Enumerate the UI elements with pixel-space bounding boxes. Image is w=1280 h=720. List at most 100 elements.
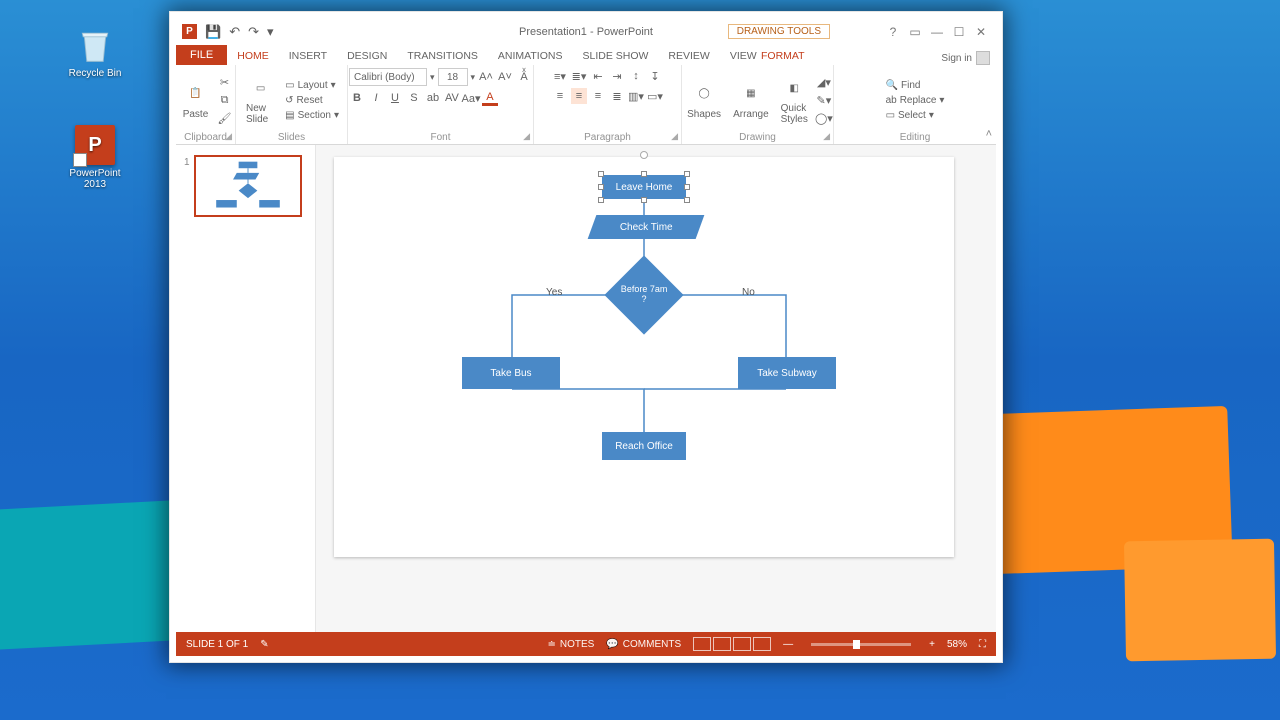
ribbon-display-icon[interactable]: ▭: [906, 23, 924, 41]
tab-insert[interactable]: INSERT: [279, 47, 337, 65]
shrink-font-icon[interactable]: A˅: [497, 69, 513, 85]
slide-thumbnail[interactable]: 1: [184, 155, 307, 217]
rotate-handle-icon[interactable]: [640, 151, 648, 159]
redo-icon[interactable]: ↷: [248, 24, 259, 40]
reading-view-button[interactable]: [733, 637, 751, 651]
format-painter-icon[interactable]: 🖌: [217, 110, 233, 126]
zoom-level[interactable]: 58%: [947, 639, 967, 650]
decrease-indent-button[interactable]: ⇤: [590, 68, 606, 84]
align-left-button[interactable]: ≡: [552, 88, 568, 104]
maximize-icon[interactable]: ☐: [950, 23, 968, 41]
clear-formatting-icon[interactable]: Aͯ: [516, 69, 532, 85]
paste-button[interactable]: 📋 Paste: [179, 79, 213, 122]
slideshow-view-button[interactable]: [753, 637, 771, 651]
zoom-slider[interactable]: [811, 643, 911, 646]
columns-button[interactable]: ▥▾: [628, 88, 644, 104]
font-size-combo[interactable]: 18: [438, 68, 468, 86]
tab-slideshow[interactable]: SLIDE SHOW: [572, 47, 658, 65]
align-text-button[interactable]: ▭▾: [647, 88, 663, 104]
shape-take-bus[interactable]: Take Bus: [462, 357, 560, 389]
increase-indent-button[interactable]: ⇥: [609, 68, 625, 84]
tab-file[interactable]: FILE: [176, 45, 227, 65]
start-from-beginning-icon[interactable]: ▾: [267, 24, 274, 40]
resize-handle[interactable]: [598, 184, 604, 190]
app-icon[interactable]: P: [182, 24, 197, 39]
shape-effects-button[interactable]: ◯▾: [816, 110, 832, 126]
shape-leave-home[interactable]: Leave Home: [602, 175, 686, 199]
reset-button[interactable]: ↺ Reset: [283, 94, 341, 107]
zoom-out-button[interactable]: —: [783, 639, 793, 650]
font-color-button[interactable]: A: [482, 90, 498, 106]
resize-handle[interactable]: [641, 171, 647, 177]
resize-handle[interactable]: [684, 171, 690, 177]
section-button[interactable]: ▤ Section ▾: [283, 109, 341, 122]
recycle-bin-icon[interactable]: Recycle Bin: [65, 25, 125, 79]
shape-take-subway[interactable]: Take Subway: [738, 357, 836, 389]
cut-icon[interactable]: ✂: [217, 74, 233, 90]
zoom-in-button[interactable]: +: [929, 639, 935, 650]
tab-design[interactable]: DESIGN: [337, 47, 397, 65]
sorter-view-button[interactable]: [713, 637, 731, 651]
slide-canvas[interactable]: Leave Home Check Time Before 7am ?: [334, 157, 954, 557]
dialog-launcher-icon[interactable]: ◢: [225, 131, 232, 142]
layout-button[interactable]: ▭ Layout ▾: [283, 79, 341, 92]
dialog-launcher-icon[interactable]: ◢: [823, 131, 830, 142]
tab-transitions[interactable]: TRANSITIONS: [397, 47, 488, 65]
font-name-combo[interactable]: Calibri (Body): [349, 68, 427, 86]
select-button[interactable]: ▭ Select ▾: [884, 109, 947, 122]
change-case-button[interactable]: Aa▾: [463, 90, 479, 106]
help-icon[interactable]: ?: [884, 23, 902, 41]
spell-check-icon[interactable]: ✎: [260, 639, 268, 650]
grow-font-icon[interactable]: A˄: [478, 69, 494, 85]
tab-animations[interactable]: ANIMATIONS: [488, 47, 573, 65]
align-right-button[interactable]: ≡: [590, 88, 606, 104]
copy-icon[interactable]: ⧉: [217, 92, 233, 108]
minimize-icon[interactable]: —: [928, 23, 946, 41]
tab-home[interactable]: HOME: [227, 47, 279, 65]
arrange-button[interactable]: ▦Arrange: [729, 79, 773, 122]
undo-icon[interactable]: ↶: [229, 24, 240, 40]
thumbnail-number: 1: [184, 155, 190, 217]
line-spacing-button[interactable]: ↕: [628, 68, 644, 84]
italic-button[interactable]: I: [368, 90, 384, 106]
new-slide-button[interactable]: ▭ New Slide: [242, 73, 279, 127]
sign-in[interactable]: Sign in: [941, 51, 990, 65]
find-button[interactable]: 🔍 Find: [884, 79, 947, 92]
resize-handle[interactable]: [684, 184, 690, 190]
slide-indicator[interactable]: SLIDE 1 OF 1: [186, 639, 248, 650]
resize-handle[interactable]: [684, 197, 690, 203]
shape-fill-button[interactable]: ◢▾: [816, 74, 832, 90]
powerpoint-shortcut[interactable]: P PowerPoint 2013: [65, 125, 125, 190]
dialog-launcher-icon[interactable]: ◢: [671, 131, 678, 142]
shape-check-time[interactable]: Check Time: [588, 215, 705, 239]
resize-handle[interactable]: [598, 197, 604, 203]
justify-button[interactable]: ≣: [609, 88, 625, 104]
text-direction-button[interactable]: ↧: [647, 68, 663, 84]
collapse-ribbon-icon[interactable]: ˄: [986, 128, 992, 140]
normal-view-button[interactable]: [693, 637, 711, 651]
bold-button[interactable]: B: [349, 90, 365, 106]
bullets-button[interactable]: ≡▾: [552, 68, 568, 84]
dialog-launcher-icon[interactable]: ◢: [523, 131, 530, 142]
tab-review[interactable]: REVIEW: [658, 47, 719, 65]
replace-button[interactable]: ab Replace ▾: [884, 94, 947, 107]
close-icon[interactable]: ✕: [972, 23, 990, 41]
underline-button[interactable]: U: [387, 90, 403, 106]
shape-outline-button[interactable]: ✎▾: [816, 92, 832, 108]
comments-button[interactable]: 💬 COMMENTS: [606, 639, 681, 650]
strikethrough-button[interactable]: S: [406, 90, 422, 106]
quick-styles-button[interactable]: ◧Quick Styles: [777, 73, 812, 127]
shapes-button[interactable]: ◯Shapes: [683, 79, 725, 122]
save-icon[interactable]: 💾: [205, 24, 221, 40]
slide-editor[interactable]: Leave Home Check Time Before 7am ?: [316, 145, 996, 632]
fit-to-window-button[interactable]: ⛶: [979, 639, 986, 650]
numbering-button[interactable]: ≣▾: [571, 68, 587, 84]
resize-handle[interactable]: [641, 197, 647, 203]
notes-button[interactable]: ≐ NOTES: [548, 639, 595, 650]
resize-handle[interactable]: [598, 171, 604, 177]
align-center-button[interactable]: ≡: [571, 88, 587, 104]
shape-reach-office[interactable]: Reach Office: [602, 432, 686, 460]
tab-format[interactable]: FORMAT: [751, 47, 815, 65]
char-spacing-button[interactable]: AV: [444, 90, 460, 106]
shadow-button[interactable]: ab: [425, 90, 441, 106]
